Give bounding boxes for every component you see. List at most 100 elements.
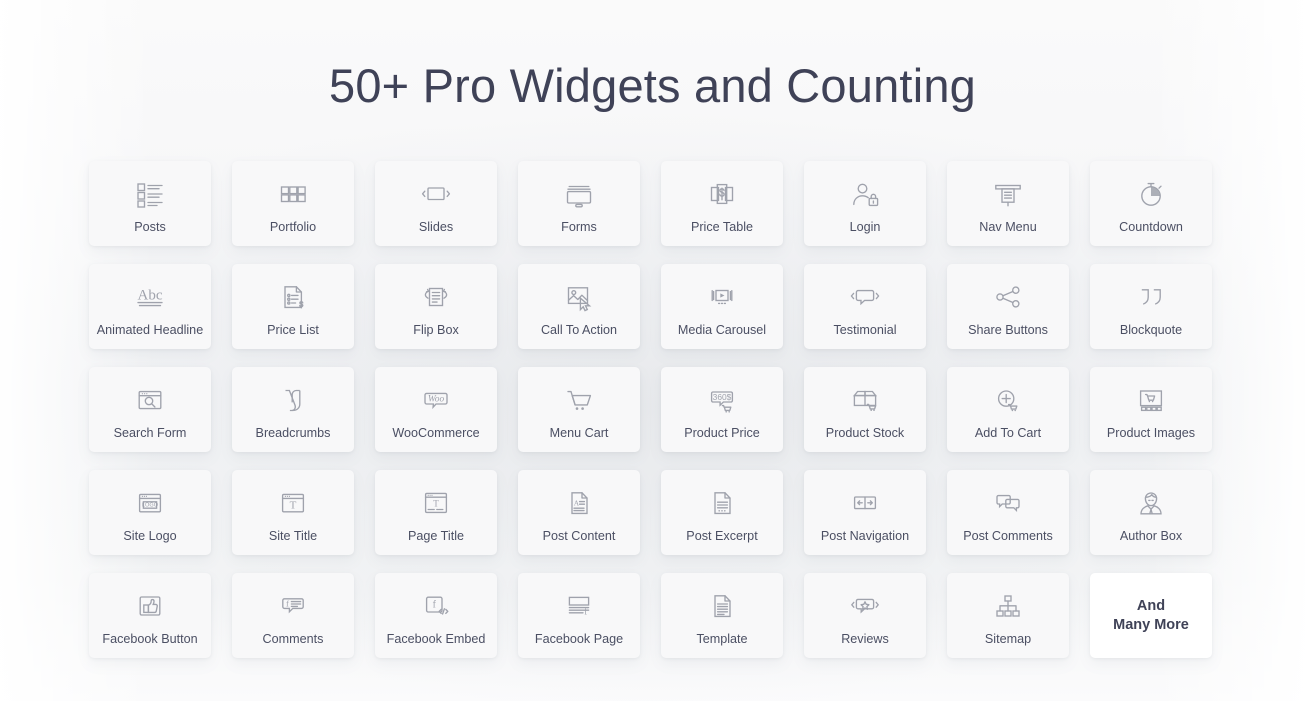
media-carousel-icon (703, 278, 741, 316)
widget-card-posts[interactable]: Posts (89, 161, 211, 246)
widget-card-forms[interactable]: Forms (518, 161, 640, 246)
plus-circle-cart-icon (989, 381, 1027, 419)
widget-card-label: Posts (134, 220, 166, 234)
widget-card-label: Price Table (690, 220, 754, 234)
svg-text:A: A (574, 499, 580, 508)
widget-card-label: Reviews (841, 632, 889, 646)
widget-card-portfolio[interactable]: Portfolio (232, 161, 354, 246)
widget-card-facebook-page[interactable]: f Facebook Page (518, 573, 640, 658)
svg-text:Abc: Abc (138, 288, 163, 304)
widget-card-label: Search Form (113, 426, 187, 440)
widget-card-facebook-button[interactable]: Facebook Button (89, 573, 211, 658)
widget-card-price-list[interactable]: Price List (232, 264, 354, 349)
widget-card-label: Countdown (1119, 220, 1183, 234)
widget-card-page-title[interactable]: T Page Title (375, 470, 497, 555)
price-list-document-icon (274, 278, 312, 316)
widget-card-label: Product Stock (825, 426, 905, 440)
widget-card-add-to-cart[interactable]: Add To Cart (947, 367, 1069, 452)
widget-card-call-to-action[interactable]: Call To Action (518, 264, 640, 349)
widget-card-sitemap[interactable]: Sitemap (947, 573, 1069, 658)
two-speech-bubbles-icon (989, 484, 1027, 522)
star-bubble-icon (846, 587, 884, 625)
flip-box-icon (417, 278, 455, 316)
facebook-comment-bubble-icon: f (274, 587, 312, 625)
widget-card-search-form[interactable]: Search Form (89, 367, 211, 452)
widget-card-menu-cart[interactable]: Menu Cart (518, 367, 640, 452)
widget-card-label: Breadcrumbs (255, 426, 331, 440)
widget-card-price-table[interactable]: Price Table (661, 161, 783, 246)
share-nodes-icon (989, 278, 1027, 316)
widget-card-label: Template (696, 632, 748, 646)
thumbs-up-square-icon (131, 587, 169, 625)
widget-card-product-price[interactable]: 360$ Product Price (661, 367, 783, 452)
widget-card-comments[interactable]: f Comments (232, 573, 354, 658)
widget-card-countdown[interactable]: Countdown (1090, 161, 1212, 246)
widget-card-media-carousel[interactable]: Media Carousel (661, 264, 783, 349)
widget-card-label: Share Buttons (968, 323, 1048, 337)
widget-card-label: Page Title (407, 529, 464, 543)
widget-card-template[interactable]: Template (661, 573, 783, 658)
svg-text:T: T (433, 498, 439, 508)
widget-card-label: Slides (418, 220, 454, 234)
prev-next-arrows-icon (846, 484, 884, 522)
widget-card-label: Post Comments (963, 529, 1053, 543)
widget-card-and-many-more[interactable]: And Many More (1090, 573, 1212, 658)
widget-card-label: Comments (262, 632, 324, 646)
shopping-cart-icon (560, 381, 598, 419)
widget-card-label: Menu Cart (549, 426, 609, 440)
widget-card-post-comments[interactable]: Post Comments (947, 470, 1069, 555)
widget-card-woocommerce[interactable]: Woo WooCommerce (375, 367, 497, 452)
widgets-grid: Posts Portfolio Slides Forms Price Table Logi… (89, 161, 1212, 658)
widget-card-label: Facebook Page (534, 632, 624, 646)
widget-card-label: Call To Action (540, 323, 618, 337)
sitemap-tree-icon (989, 587, 1027, 625)
open-box-cart-icon (846, 381, 884, 419)
widget-card-facebook-embed[interactable]: f Facebook Embed (375, 573, 497, 658)
widget-card-label: Login (849, 220, 881, 234)
widget-card-label: Add To Cart (974, 426, 1042, 440)
widget-card-author-box[interactable]: Author Box (1090, 470, 1212, 555)
widget-card-product-stock[interactable]: Product Stock (804, 367, 926, 452)
svg-text:360$: 360$ (713, 392, 732, 402)
widget-card-reviews[interactable]: Reviews (804, 573, 926, 658)
facebook-code-embed-icon: f (417, 587, 455, 625)
quotation-marks-icon (1132, 278, 1170, 316)
widget-card-label: Site Title (268, 529, 318, 543)
list-blocks-icon (131, 175, 169, 213)
widget-card-flip-box[interactable]: Flip Box (375, 264, 497, 349)
widget-card-label: Product Price (684, 426, 760, 440)
widget-card-label: Sitemap (984, 632, 1032, 646)
widget-card-breadcrumbs[interactable]: Breadcrumbs (232, 367, 354, 452)
widget-card-slides[interactable]: Slides (375, 161, 497, 246)
widget-card-post-excerpt[interactable]: Post Excerpt (661, 470, 783, 555)
widget-card-share-buttons[interactable]: Share Buttons (947, 264, 1069, 349)
widget-card-login[interactable]: Login (804, 161, 926, 246)
widget-card-label: Site Logo (123, 529, 177, 543)
widget-card-label: Nav Menu (979, 220, 1037, 234)
widget-card-label: Flip Box (413, 323, 459, 337)
widget-card-post-navigation[interactable]: Post Navigation (804, 470, 926, 555)
svg-text:Woo: Woo (428, 394, 445, 404)
widget-card-testimonial[interactable]: Testimonial (804, 264, 926, 349)
widget-card-label: Portfolio (269, 220, 317, 234)
page-title: 50+ Pro Widgets and Counting (328, 59, 977, 113)
price-table-dollar-icon (703, 175, 741, 213)
woo-bubble-icon: Woo (417, 381, 455, 419)
document-excerpt-icon (703, 484, 741, 522)
widget-card-label: WooCommerce (392, 426, 480, 440)
monitor-form-icon (560, 175, 598, 213)
widget-card-label: Facebook Embed (386, 632, 486, 646)
widget-card-site-logo[interactable]: LOGO Site Logo (89, 470, 211, 555)
widget-card-blockquote[interactable]: Blockquote (1090, 264, 1212, 349)
widget-card-nav-menu[interactable]: Nav Menu (947, 161, 1069, 246)
widget-card-animated-headline[interactable]: Abc Animated Headline (89, 264, 211, 349)
widget-card-post-content[interactable]: A Post Content (518, 470, 640, 555)
widget-card-label: Product Images (1106, 426, 1196, 440)
widget-card-label: Media Carousel (677, 323, 767, 337)
widget-card-product-images[interactable]: Product Images (1090, 367, 1212, 452)
abc-underline-icon: Abc (131, 278, 169, 316)
svg-text:f: f (286, 598, 289, 608)
stopwatch-icon (1132, 175, 1170, 213)
widget-card-label: Author Box (1119, 529, 1183, 543)
widget-card-site-title[interactable]: T Site Title (232, 470, 354, 555)
